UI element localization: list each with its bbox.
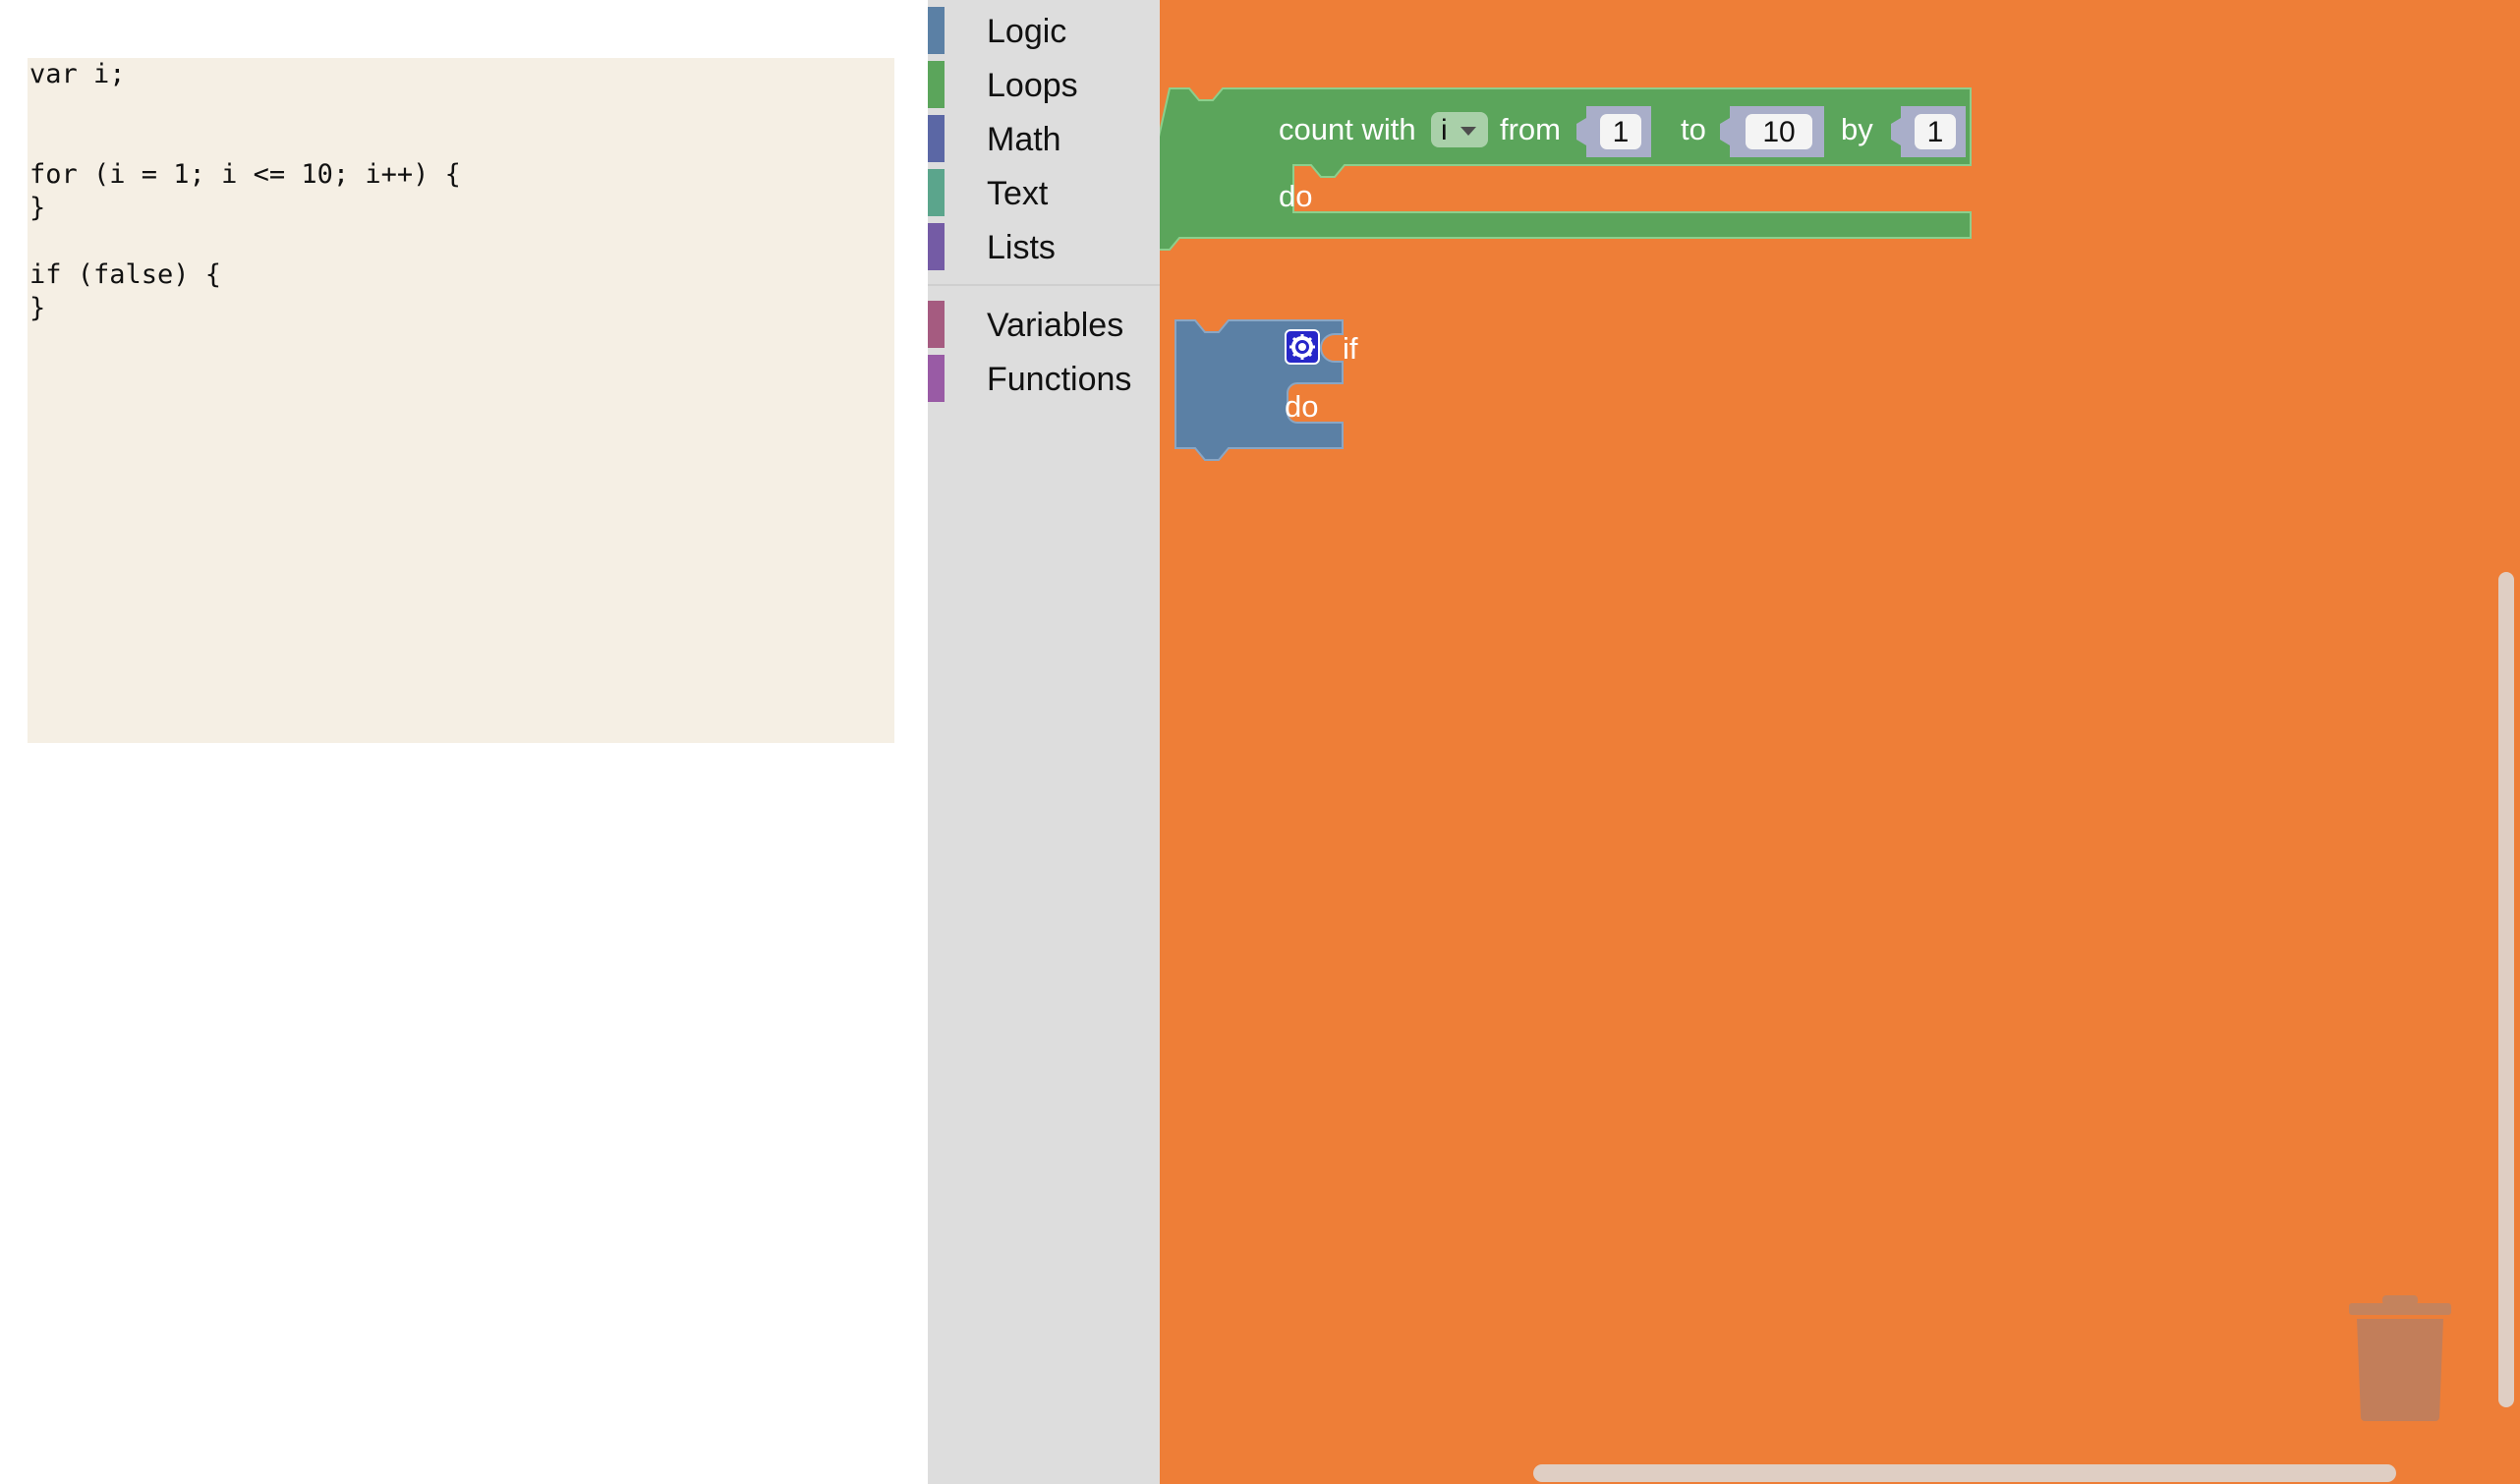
to-label: to (1681, 112, 1706, 146)
count-with-block[interactable]: count with i from 1 to 10 by 1 do (1160, 87, 1972, 251)
horizontal-scrollbar[interactable] (1533, 1464, 2396, 1482)
code-line: } (29, 293, 46, 323)
do-label: do (1279, 179, 1312, 213)
blocks-canvas: count with i from 1 to 10 by 1 do if do (1160, 87, 1972, 461)
toolbox-category-math[interactable]: Math (928, 113, 1160, 164)
variable-dropdown[interactable]: i (1431, 112, 1488, 147)
from-value-input[interactable]: 1 (1576, 106, 1651, 157)
toolbox-category-text[interactable]: Text (928, 167, 1160, 218)
toolbox-category-logic[interactable]: Logic (928, 5, 1160, 56)
toolbox-category-variables[interactable]: Variables (928, 299, 1160, 350)
if-label: if (1343, 331, 1358, 366)
by-value: 1 (1927, 116, 1944, 148)
toolbox-category-functions[interactable]: Functions (928, 353, 1160, 404)
category-color-swatch (928, 61, 945, 108)
category-label: Lists (987, 229, 1056, 266)
by-label: by (1841, 112, 1873, 146)
code-line: } (29, 193, 46, 223)
do-label: do (1285, 389, 1318, 424)
code-line: for (i = 1; i <= 10; i++) { (29, 159, 461, 190)
by-value-input[interactable]: 1 (1891, 106, 1966, 157)
blockly-app: var i; for (i = 1; i <= 10; i++) { } if … (0, 0, 2520, 1484)
trash-can-icon[interactable] (2349, 1293, 2451, 1421)
category-label: Variables (987, 307, 1124, 344)
category-label: Logic (987, 13, 1067, 50)
mutator-button[interactable] (1285, 329, 1320, 365)
category-color-swatch (928, 115, 945, 162)
category-color-swatch (928, 169, 945, 216)
category-color-swatch (928, 301, 945, 348)
vertical-scrollbar[interactable] (2498, 572, 2514, 1407)
category-color-swatch (928, 7, 945, 54)
to-value-input[interactable]: 10 (1720, 106, 1824, 157)
code-line: if (false) { (29, 259, 222, 290)
toolbox: Logic Loops Math Text Lists Variables Fu… (928, 0, 1160, 1484)
toolbox-category-loops[interactable]: Loops (928, 59, 1160, 110)
category-label: Loops (987, 67, 1078, 104)
code-panel: var i; for (i = 1; i <= 10; i++) { } if … (0, 0, 928, 1484)
blocks-workspace[interactable]: count with i from 1 to 10 by 1 do if do (1160, 0, 2520, 1484)
category-label: Math (987, 121, 1061, 158)
toolbox-separator (928, 284, 1160, 286)
category-color-swatch (928, 355, 945, 402)
from-value: 1 (1613, 116, 1630, 148)
to-value: 10 (1762, 116, 1795, 148)
category-label: Functions (987, 361, 1132, 398)
variable-name: i (1441, 114, 1448, 146)
if-block[interactable]: if do (1174, 319, 1358, 461)
toolbox-category-lists[interactable]: Lists (928, 221, 1160, 272)
from-label: from (1500, 112, 1561, 146)
code-line: var i; (29, 59, 126, 89)
count-with-label: count with (1279, 112, 1416, 146)
generated-code: var i; for (i = 1; i <= 10; i++) { } if … (28, 58, 894, 743)
category-label: Text (987, 175, 1049, 212)
category-color-swatch (928, 223, 945, 270)
